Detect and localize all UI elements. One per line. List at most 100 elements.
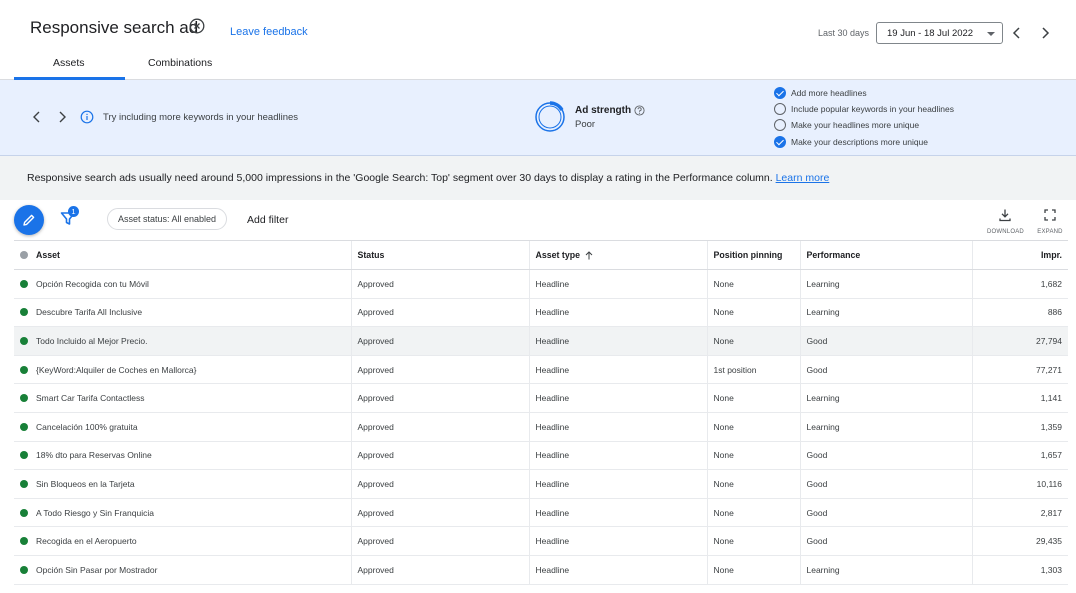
expand-button[interactable]: EXPAND (1032, 208, 1068, 235)
download-label: DOWNLOAD (987, 229, 1024, 235)
add-filter-button[interactable]: Add filter (247, 214, 288, 226)
learn-more-link[interactable]: Learn more (776, 172, 830, 184)
asset-cell[interactable]: {KeyWord:Alquiler de Coches en Mallorca} (14, 355, 351, 385)
asset-text: Recogida en el Aeropuerto (36, 536, 137, 547)
impressions-cell: 1,657 (971, 441, 1068, 471)
asset-cell[interactable]: Opción Sin Pasar por Mostrador (14, 555, 351, 585)
date-range-label: Last 30 days (818, 28, 870, 38)
col-header-asset[interactable]: Asset (14, 240, 351, 270)
impressions-cell: 1,141 (971, 383, 1068, 413)
asset-cell[interactable]: Sin Bloqueos en la Tarjeta (14, 469, 351, 499)
position-pinning-cell: None (706, 412, 800, 442)
position-pinning-cell: None (706, 526, 800, 556)
status-dot-icon (20, 251, 28, 259)
ad-strength-banner: Try including more keywords in your head… (0, 80, 1076, 156)
checklist-item: Make your headlines more unique (774, 118, 919, 132)
table-row[interactable]: Recogida en el Aeropuerto Approved Headlin… (14, 526, 1068, 556)
position-pinning-cell: None (706, 469, 800, 499)
position-pinning-cell: None (706, 555, 800, 585)
position-pinning-cell: 1st position (706, 355, 800, 385)
status-cell: Approved (350, 326, 529, 356)
close-circle-icon[interactable] (189, 18, 205, 34)
position-pinning-cell: None (706, 441, 800, 471)
col-header-label: Asset (36, 250, 60, 260)
asset-text: A Todo Riesgo y Sin Franquicia (36, 507, 154, 518)
filter-count-badge: 1 (68, 206, 79, 217)
previous-tip-icon[interactable] (32, 111, 42, 123)
date-range-value: 19 Jun - 18 Jul 2022 (887, 28, 974, 39)
tab-assets[interactable]: Assets (53, 57, 85, 69)
empty-circle-icon (774, 119, 786, 131)
asset-status-filter-chip[interactable]: Asset status: All enabled (107, 208, 228, 230)
asset-cell[interactable]: Smart Car Tarifa Contactless (14, 383, 351, 413)
asset-text: Opción Sin Pasar por Mostrador (36, 564, 158, 575)
tab-combinations[interactable]: Combinations (148, 57, 212, 69)
table-header-row: Asset Status Asset type Position pinning… (14, 240, 1068, 270)
table-row[interactable]: Sin Bloqueos en la Tarjeta Approved Headli… (14, 469, 1068, 499)
table-row[interactable]: A Todo Riesgo y Sin Franquicia Approved He… (14, 498, 1068, 528)
asset-type-cell: Headline (528, 326, 707, 356)
table-row[interactable]: Todo Incluido al Mejor Precio. Approved He… (14, 326, 1068, 356)
page-title: Responsive search ad (30, 18, 199, 37)
position-pinning-cell: None (706, 326, 800, 356)
notice-text-wrap: Responsive search ads usually need aroun… (27, 172, 829, 184)
status-cell: Approved (350, 269, 529, 299)
asset-cell[interactable]: Cancelación 100% gratuita (14, 412, 351, 442)
table-toolbar: 1 Asset status: All enabled Add filter D… (0, 200, 1076, 240)
enabled-dot-icon (20, 336, 28, 345)
asset-cell[interactable]: Todo Incluido al Mejor Precio. (14, 326, 351, 356)
checklist-label: Add more headlines (791, 88, 867, 98)
col-header-asset-type[interactable]: Asset type (528, 240, 707, 270)
asset-cell[interactable]: Recogida en el Aeropuerto (14, 526, 351, 556)
date-range-select[interactable]: 19 Jun - 18 Jul 2022 (876, 22, 1003, 44)
status-cell: Approved (350, 298, 529, 328)
asset-cell[interactable]: A Todo Riesgo y Sin Franquicia (14, 498, 351, 528)
table-row[interactable]: Smart Car Tarifa Contactless Approved Head… (14, 383, 1068, 413)
impressions-cell: 29,435 (971, 526, 1068, 556)
enabled-dot-icon (20, 565, 28, 574)
impressions-cell: 886 (971, 298, 1068, 328)
status-cell: Approved (350, 355, 529, 385)
banner-tip-text: Try including more keywords in your head… (103, 112, 299, 123)
next-period-icon[interactable] (1039, 26, 1051, 40)
help-icon[interactable] (634, 105, 645, 116)
table-row[interactable]: Opción Recogida con tu Móvil Approved Head… (14, 269, 1068, 299)
asset-type-cell: Headline (528, 469, 707, 499)
expand-label: EXPAND (1037, 229, 1063, 235)
impressions-cell: 10,116 (971, 469, 1068, 499)
status-cell: Approved (350, 441, 529, 471)
table-row[interactable]: Cancelación 100% gratuita Approved Headlin… (14, 412, 1068, 442)
col-header-impressions[interactable]: Impr. (971, 240, 1068, 270)
download-button[interactable]: DOWNLOAD (987, 208, 1024, 235)
asset-text: Cancelación 100% gratuita (36, 421, 138, 432)
asset-cell[interactable]: Descubre Tarifa All Inclusive (14, 298, 351, 328)
table-row[interactable]: Descubre Tarifa All Inclusive Approved Hea… (14, 298, 1068, 328)
impressions-cell: 77,271 (971, 355, 1068, 385)
asset-cell[interactable]: 18% dto para Reservas Online (14, 441, 351, 471)
asset-cell[interactable]: Opción Recogida con tu Móvil (14, 269, 351, 299)
enabled-dot-icon (20, 279, 28, 288)
edit-button[interactable] (14, 205, 44, 235)
info-icon (80, 110, 94, 124)
previous-period-icon[interactable] (1011, 26, 1023, 40)
enabled-dot-icon (20, 308, 28, 317)
asset-type-cell: Headline (528, 555, 707, 585)
asset-text: Smart Car Tarifa Contactless (36, 393, 145, 404)
asset-type-cell: Headline (528, 526, 707, 556)
enabled-dot-icon (20, 451, 28, 460)
page-header: Responsive search ad Leave feedback Last… (0, 0, 1076, 80)
pencil-icon (23, 214, 35, 226)
checklist-item: Add more headlines (774, 86, 867, 100)
table-row[interactable]: Opción Sin Pasar por Mostrador Approved He… (14, 555, 1068, 585)
leave-feedback-link[interactable]: Leave feedback (230, 26, 308, 38)
col-header-position-pinning[interactable]: Position pinning (706, 240, 800, 270)
col-header-label: Asset type (535, 250, 581, 260)
table-row[interactable]: {KeyWord:Alquiler de Coches en Mallorca}… (14, 355, 1068, 385)
position-pinning-cell: None (706, 298, 800, 328)
col-header-status[interactable]: Status (350, 240, 529, 270)
table-row[interactable]: 18% dto para Reservas Online Approved Head… (14, 441, 1068, 471)
next-tip-icon[interactable] (57, 111, 67, 123)
col-header-performance[interactable]: Performance (799, 240, 972, 270)
checklist-label: Make your descriptions more unique (791, 137, 929, 147)
ad-strength-gauge-icon (535, 101, 565, 132)
